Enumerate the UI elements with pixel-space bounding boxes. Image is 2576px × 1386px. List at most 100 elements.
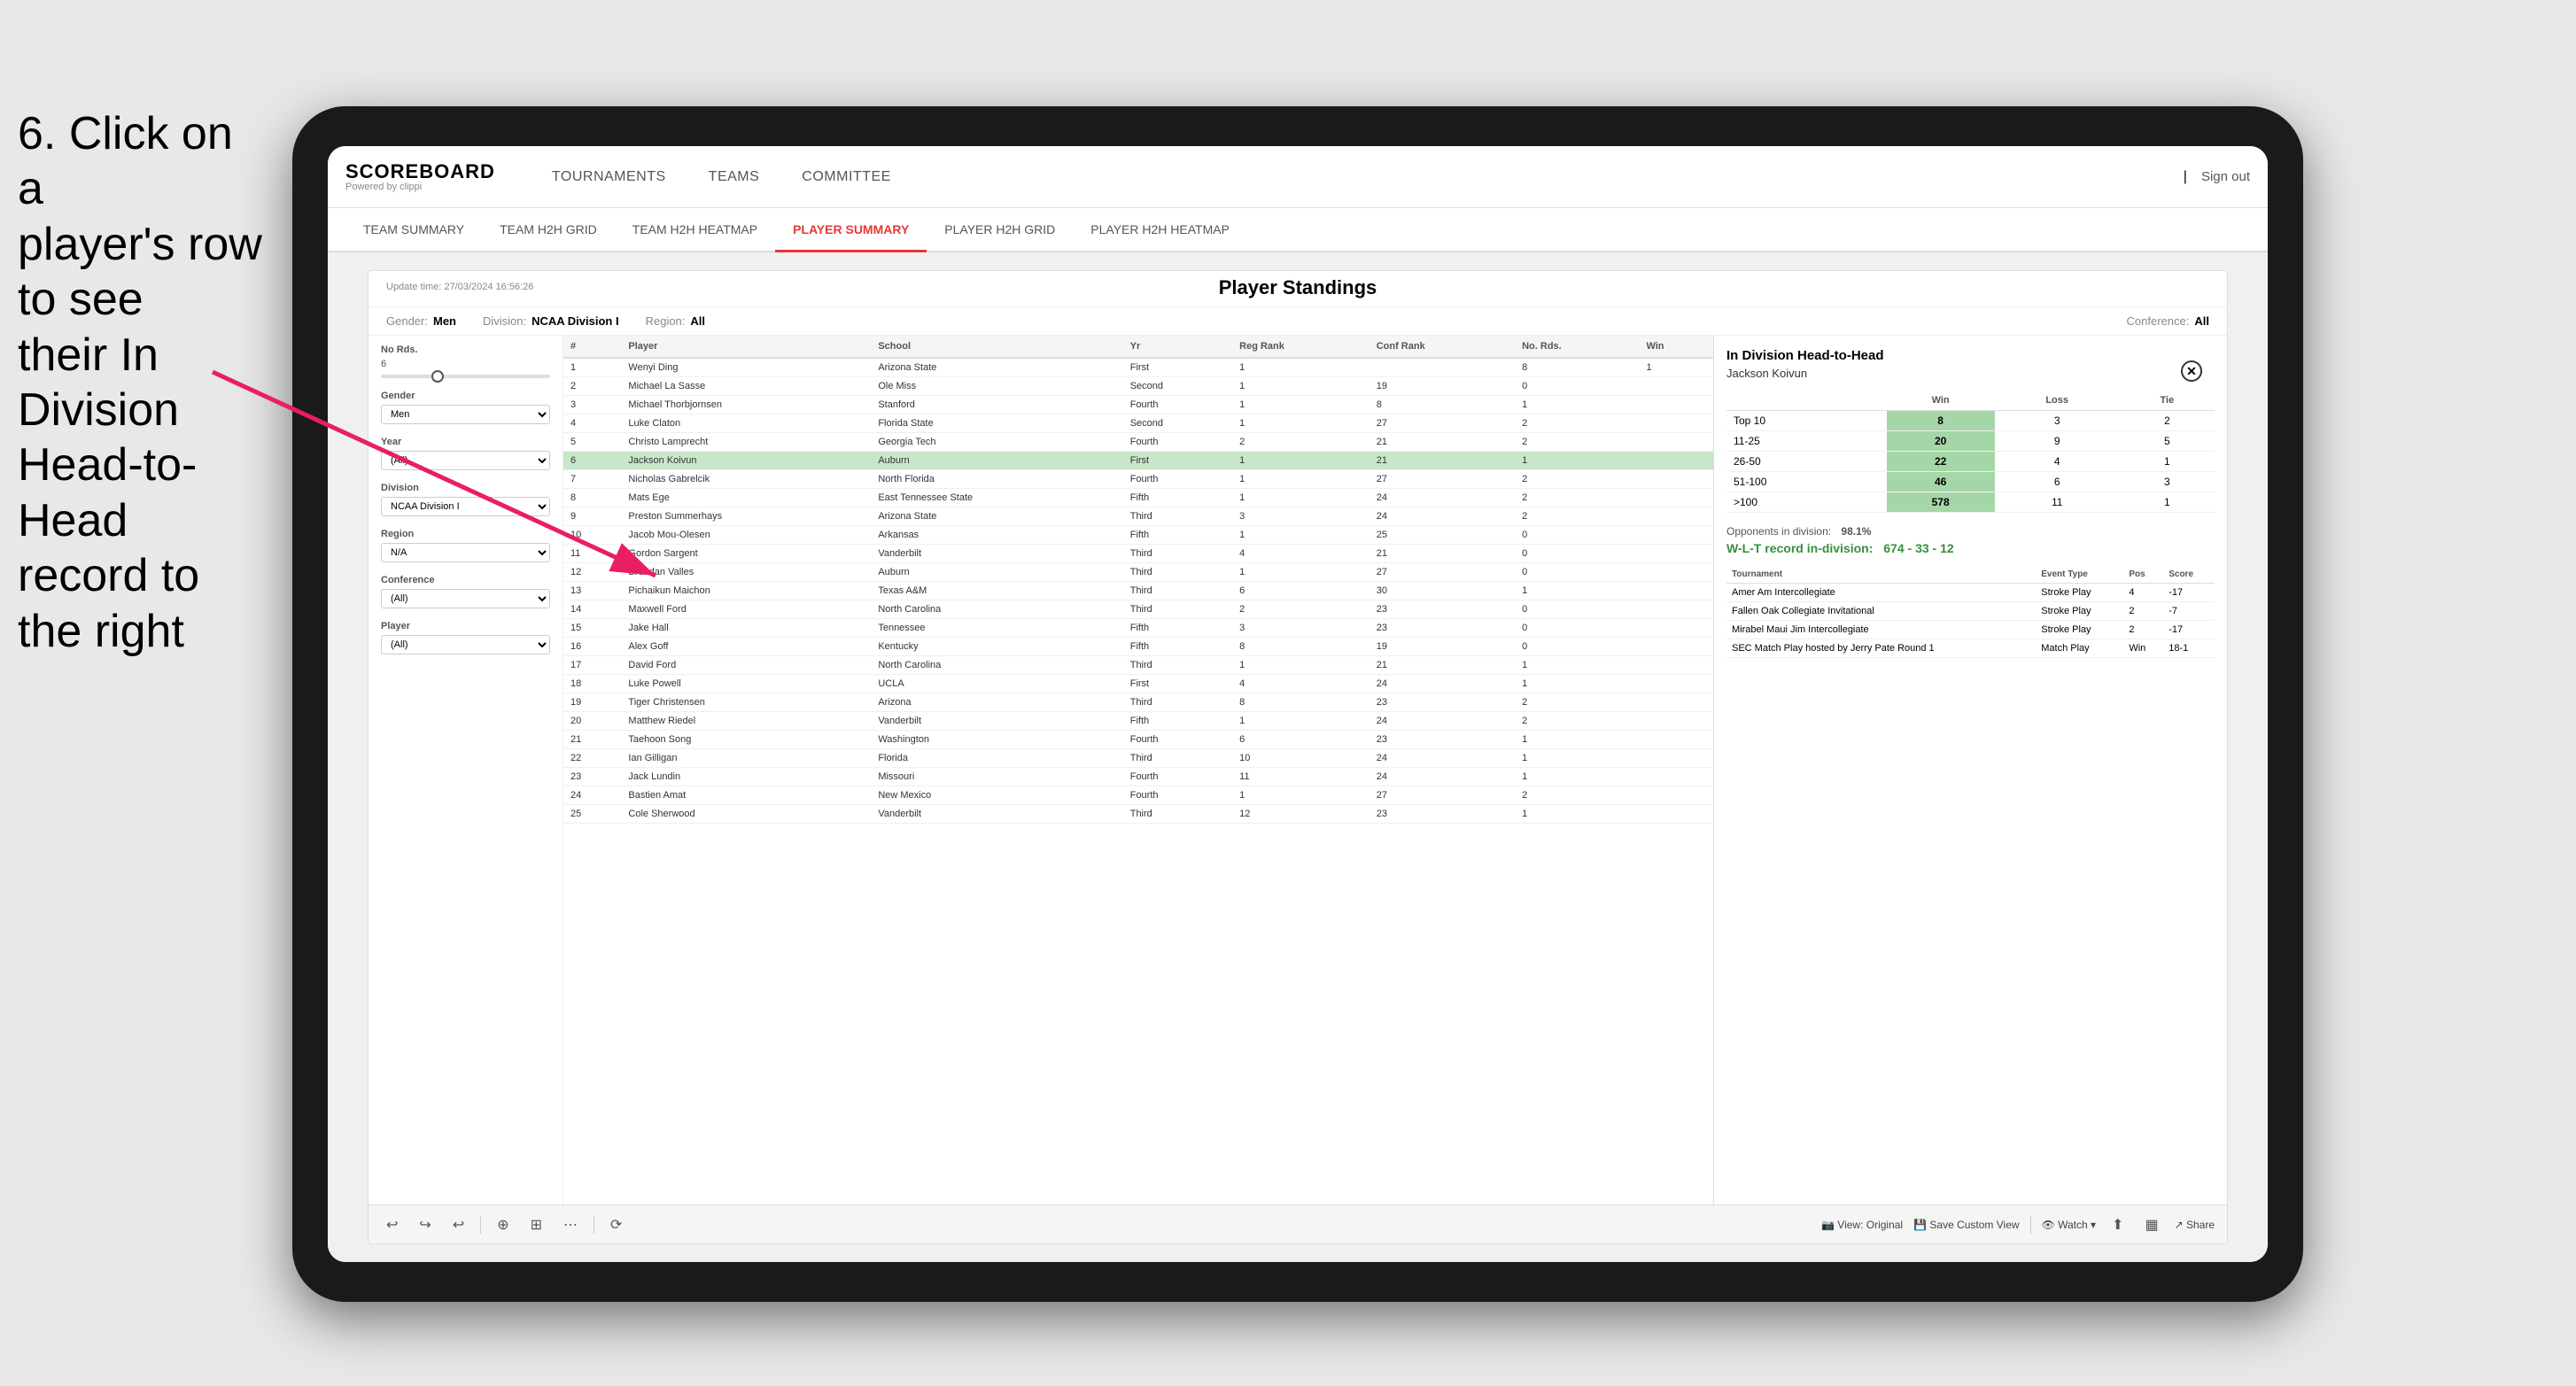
view-original-button[interactable]: 📷 View: Original — [1821, 1219, 1903, 1231]
paste-button[interactable]: ⊞ — [525, 1212, 547, 1237]
table-row[interactable]: 22Ian GilliganFloridaThird10241 — [563, 749, 1713, 768]
nav-item-committee[interactable]: COMMITTEE — [780, 146, 912, 208]
h2h-col-loss: Loss — [1995, 391, 2120, 411]
table-cell: Pichaikun Maichon — [621, 582, 871, 600]
table-cell: 9 — [563, 507, 621, 526]
table-cell: 13 — [563, 582, 621, 600]
player-table: # Player School Yr Reg Rank Conf Rank No… — [563, 336, 1713, 824]
nav-bar: SCOREBOARD Powered by clippi TOURNAMENTS… — [328, 146, 2268, 208]
table-row[interactable]: 21Taehoon SongWashingtonFourth6231 — [563, 731, 1713, 749]
table-row[interactable]: 8Mats EgeEast Tennessee StateFifth1242 — [563, 489, 1713, 507]
watch-button[interactable]: 👁 Watch ▾ — [2042, 1219, 2097, 1231]
left-sidebar: No Rds. 6 Gender Men — [369, 336, 563, 1204]
tournament-cell: Stroke Play — [2036, 584, 2123, 602]
table-row[interactable]: 24Bastien AmatNew MexicoFourth1272 — [563, 786, 1713, 805]
copy-button[interactable]: ⊕ — [492, 1212, 514, 1237]
table-row[interactable]: 13Pichaikun MaichonTexas A&MThird6301 — [563, 582, 1713, 600]
nav-item-teams[interactable]: TEAMS — [687, 146, 781, 208]
table-row[interactable]: 15Jake HallTennesseeFifth3230 — [563, 619, 1713, 638]
subnav-player-h2h-grid[interactable]: PLAYER H2H GRID — [927, 208, 1073, 252]
table-cell: North Carolina — [871, 600, 1122, 619]
table-row[interactable]: 7Nicholas GabrelcikNorth FloridaFourth12… — [563, 470, 1713, 489]
sub-nav: TEAM SUMMARY TEAM H2H GRID TEAM H2H HEAT… — [328, 208, 2268, 252]
refresh-button[interactable]: ⟳ — [605, 1212, 627, 1237]
table-cell: 8 — [1232, 638, 1369, 656]
sign-out-button[interactable]: Sign out — [2201, 169, 2250, 184]
table-cell: 0 — [1515, 545, 1639, 563]
table-cell: Third — [1123, 582, 1232, 600]
table-row[interactable]: 14Maxwell FordNorth CarolinaThird2230 — [563, 600, 1713, 619]
undo-button[interactable]: ↩ — [381, 1212, 403, 1237]
redo-button[interactable]: ↪ — [414, 1212, 436, 1237]
subnav-player-summary[interactable]: PLAYER SUMMARY — [775, 208, 927, 252]
table-row[interactable]: 1Wenyi DingArizona StateFirst181 — [563, 358, 1713, 377]
table-row[interactable]: 25Cole SherwoodVanderbiltThird12231 — [563, 805, 1713, 824]
table-cell: 5 — [563, 433, 621, 452]
table-cell: Luke Powell — [621, 675, 871, 693]
subnav-team-summary[interactable]: TEAM SUMMARY — [345, 208, 482, 252]
table-cell: 2 — [1232, 600, 1369, 619]
table-row[interactable]: 6Jackson KoivunAuburnFirst1211 — [563, 452, 1713, 470]
table-cell: Missouri — [871, 768, 1122, 786]
gender-select[interactable]: Men — [381, 405, 550, 424]
table-row[interactable]: 11Gordon SargentVanderbiltThird4210 — [563, 545, 1713, 563]
table-cell: 10 — [1232, 749, 1369, 768]
table-cell: 21 — [1369, 433, 1515, 452]
year-select[interactable]: (All) — [381, 451, 550, 470]
nav-item-tournaments[interactable]: TOURNAMENTS — [531, 146, 687, 208]
table-cell: First — [1123, 675, 1232, 693]
table-cell: 27 — [1369, 563, 1515, 582]
toolbar-icon-1[interactable]: ⬆ — [2107, 1212, 2129, 1237]
h2h-tie-cell: 3 — [2120, 472, 2215, 492]
subnav-team-h2h-heatmap[interactable]: TEAM H2H HEATMAP — [615, 208, 775, 252]
h2h-range-cell: >100 — [1726, 492, 1887, 513]
table-cell: Fourth — [1123, 786, 1232, 805]
table-cell: Texas A&M — [871, 582, 1122, 600]
filter-region: Region: All — [646, 314, 705, 328]
player-select[interactable]: (All) — [381, 635, 550, 654]
table-row[interactable]: 19Tiger ChristensenArizonaThird8232 — [563, 693, 1713, 712]
table-row[interactable]: 12Brendan VallesAuburnThird1270 — [563, 563, 1713, 582]
table-row[interactable]: 16Alex GoffKentuckyFifth8190 — [563, 638, 1713, 656]
col-reg-rank: Reg Rank — [1232, 336, 1369, 358]
toolbar-icon-2[interactable]: ▦ — [2139, 1212, 2163, 1237]
table-row[interactable]: 23Jack LundinMissouriFourth11241 — [563, 768, 1713, 786]
table-cell — [1639, 452, 1713, 470]
save-custom-button[interactable]: 💾 Save Custom View — [1913, 1219, 2019, 1231]
tourn-col-score: Score — [2163, 566, 2215, 584]
subnav-player-h2h-heatmap[interactable]: PLAYER H2H HEATMAP — [1073, 208, 1247, 252]
table-cell — [1639, 377, 1713, 396]
table-row[interactable]: 18Luke PowellUCLAFirst4241 — [563, 675, 1713, 693]
table-cell: Alex Goff — [621, 638, 871, 656]
filter-gender: Gender: Men — [386, 314, 456, 328]
conference-select[interactable]: (All) — [381, 589, 550, 608]
subnav-team-h2h-grid[interactable]: TEAM H2H GRID — [482, 208, 615, 252]
table-row[interactable]: 3Michael ThorbjornsenStanfordFourth181 — [563, 396, 1713, 414]
instruction-text: 6. Click on a player's row to see their … — [0, 106, 283, 659]
table-cell: First — [1123, 358, 1232, 377]
step-back-button[interactable]: ↩ — [447, 1212, 469, 1237]
table-cell: Third — [1123, 507, 1232, 526]
table-cell — [1639, 396, 1713, 414]
table-cell: Third — [1123, 749, 1232, 768]
table-cell: 2 — [1515, 693, 1639, 712]
more-button[interactable]: ⋯ — [558, 1212, 583, 1237]
table-cell: 23 — [563, 768, 621, 786]
tournament-cell: Amer Am Intercollegiate — [1726, 584, 2036, 602]
table-row[interactable]: 10Jacob Mou-OlesenArkansasFifth1250 — [563, 526, 1713, 545]
table-cell: Ole Miss — [871, 377, 1122, 396]
table-cell: 25 — [1369, 526, 1515, 545]
table-row[interactable]: 2Michael La SasseOle MissSecond1190 — [563, 377, 1713, 396]
h2h-win-cell: 22 — [1887, 452, 1995, 472]
table-row[interactable]: 5Christo LamprechtGeorgia TechFourth2212 — [563, 433, 1713, 452]
table-row[interactable]: 9Preston SummerhaysArizona StateThird324… — [563, 507, 1713, 526]
region-select[interactable]: N/A — [381, 543, 550, 562]
col-win: Win — [1639, 336, 1713, 358]
table-row[interactable]: 17David FordNorth CarolinaThird1211 — [563, 656, 1713, 675]
table-row[interactable]: 20Matthew RiedelVanderbiltFifth1242 — [563, 712, 1713, 731]
division-select[interactable]: NCAA Division I — [381, 497, 550, 516]
share-button[interactable]: ↗ Share — [2175, 1219, 2215, 1231]
close-button[interactable]: ✕ — [2181, 360, 2202, 382]
table-row[interactable]: 4Luke ClatonFlorida StateSecond1272 — [563, 414, 1713, 433]
no-rds-slider[interactable] — [381, 375, 550, 378]
